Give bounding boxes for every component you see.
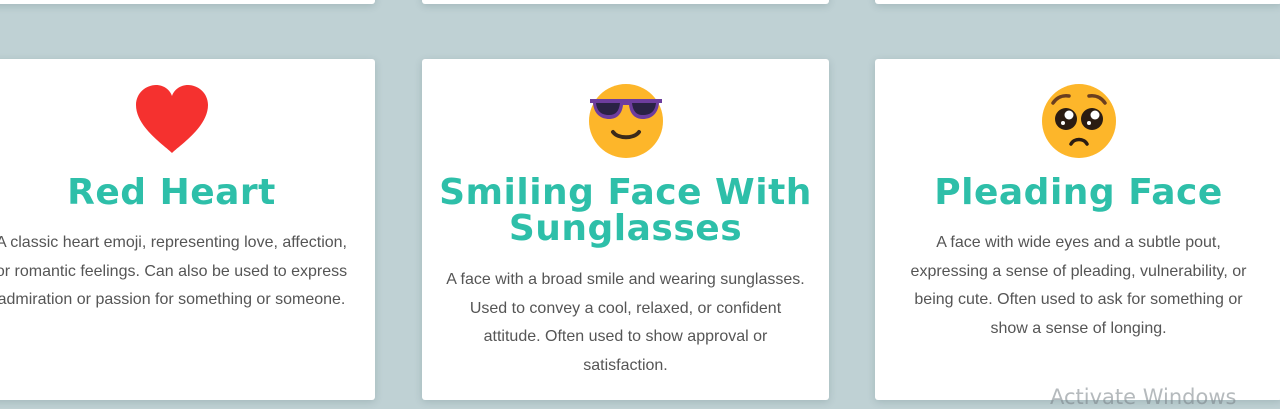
activate-windows-watermark: Activate Windows — [1050, 385, 1237, 409]
card-title: Smiling Face With Sunglasses — [439, 172, 812, 249]
pleading-face-icon — [1039, 81, 1119, 161]
red-heart-icon — [132, 81, 212, 161]
smiling-face-with-sunglasses-icon — [586, 81, 666, 161]
card-description: A face with wide eyes and a subtle pout,… — [910, 234, 1247, 337]
card-previous-row-1 — [0, 0, 375, 4]
card-title: Pleading Face — [934, 172, 1223, 213]
card-description: A classic heart emoji, representing love… — [0, 234, 348, 308]
emoji-card-red-heart[interactable]: Red Heart A classic heart emoji, represe… — [0, 59, 375, 400]
card-previous-row-2 — [422, 0, 829, 4]
card-previous-row-3 — [875, 0, 1280, 4]
emoji-card-pleading-face[interactable]: Pleading Face A face with wide eyes and … — [875, 59, 1280, 400]
card-description: A face with a broad smile and wearing su… — [446, 271, 805, 374]
card-title: Red Heart — [67, 172, 276, 213]
emoji-card-smiling-face-with-sunglasses[interactable]: Smiling Face With Sunglasses A face with… — [422, 59, 829, 400]
